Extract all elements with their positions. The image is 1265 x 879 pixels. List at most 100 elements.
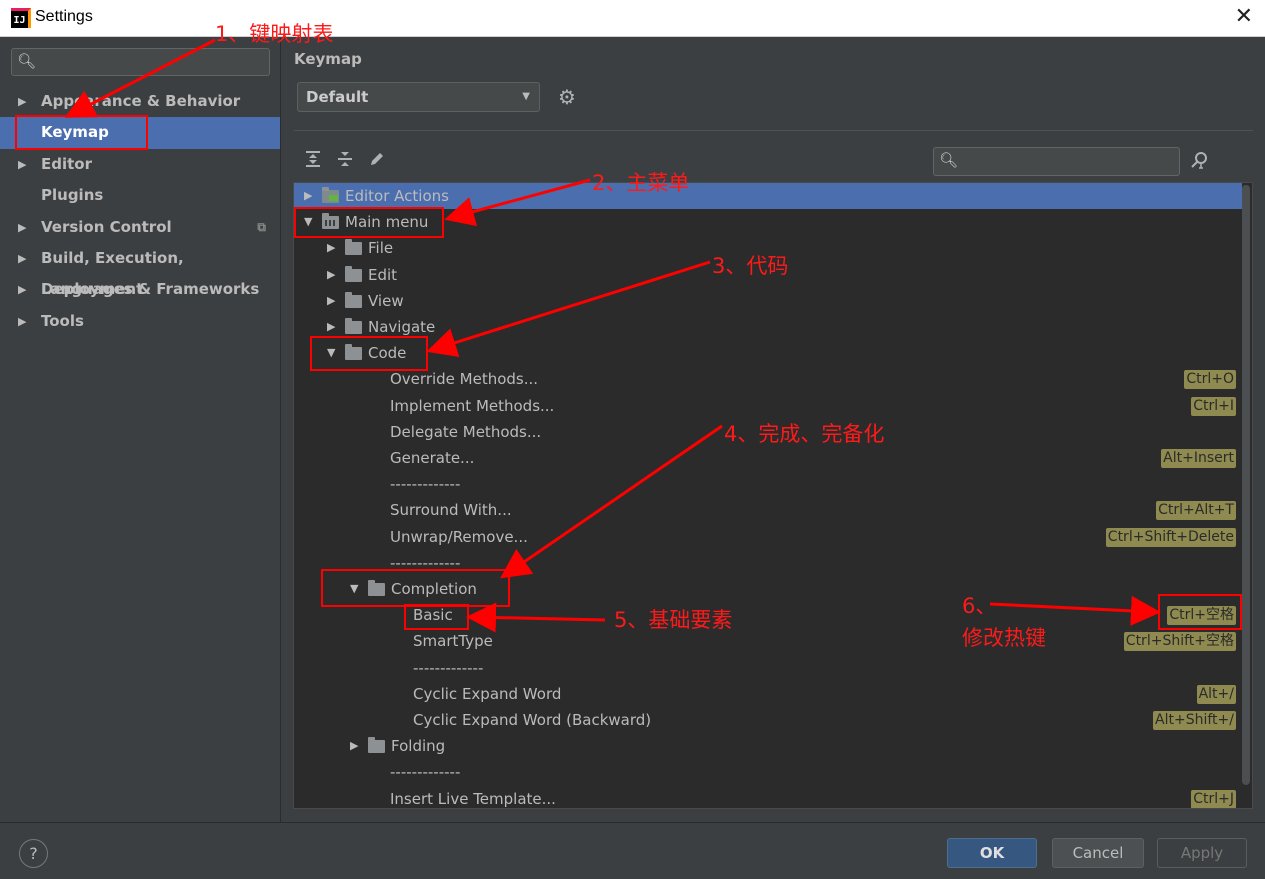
cancel-button[interactable]: Cancel bbox=[1052, 838, 1144, 868]
tree-row[interactable]: ▶ Navigate bbox=[294, 314, 1242, 340]
tree-row[interactable]: ▶ View bbox=[294, 288, 1242, 314]
tree-row-label: Editor Actions bbox=[345, 187, 449, 205]
tree-row[interactable]: Unwrap/Remove... Ctrl+Shift+Delete bbox=[294, 524, 1242, 550]
gear-icon[interactable]: ⚙ bbox=[558, 85, 576, 109]
keymap-scheme-value: Default bbox=[306, 88, 369, 106]
tree-row[interactable]: Implement Methods... Ctrl+I bbox=[294, 393, 1242, 419]
tree-separator: ------------- bbox=[294, 655, 1242, 681]
chevron-right-icon[interactable]: ▶ bbox=[18, 243, 26, 274]
tree-row[interactable]: Cyclic Expand Word (Backward) Alt+Shift+/ bbox=[294, 707, 1242, 733]
tree-row-label: Generate... bbox=[390, 449, 475, 467]
sidebar-search-input[interactable]: 🔍︎ bbox=[11, 48, 270, 76]
expand-all-icon[interactable] bbox=[304, 150, 322, 173]
annotation-note-6: 6、 bbox=[962, 594, 997, 618]
sidebar-item-editor[interactable]: ▶ Editor bbox=[0, 149, 280, 180]
collapse-all-icon[interactable] bbox=[336, 150, 354, 173]
window-title: Settings bbox=[35, 8, 93, 25]
sidebar-item-label: Plugins bbox=[41, 186, 104, 205]
ok-button[interactable]: OK bbox=[947, 838, 1037, 868]
tree-row-label: ------------- bbox=[390, 475, 461, 494]
action-search-input[interactable]: 🔍︎ bbox=[933, 147, 1180, 176]
folder-icon bbox=[345, 265, 362, 282]
chevron-right-icon[interactable]: ▶ bbox=[327, 235, 335, 261]
shortcut-badge: Ctrl+Shift+Delete bbox=[1105, 527, 1236, 547]
chevron-right-icon[interactable]: ▶ bbox=[327, 262, 335, 288]
tree-row-label: File bbox=[368, 239, 394, 258]
annotation-box-shortcut bbox=[1158, 594, 1242, 630]
chevron-right-icon[interactable]: ▶ bbox=[327, 288, 335, 314]
sidebar-item-appearance-behavior[interactable]: ▶ Appearance & Behavior bbox=[0, 86, 280, 117]
sidebar-item-plugins[interactable]: Plugins bbox=[0, 180, 280, 211]
shortcut-badge: Ctrl+J bbox=[1191, 789, 1236, 808]
close-icon[interactable]: ✕ bbox=[1235, 4, 1253, 29]
annotation-box-main-menu bbox=[294, 207, 444, 238]
sidebar-item-version-control[interactable]: ▶ Version Control ⧉ bbox=[0, 212, 280, 243]
sidebar-item-build-execution-deployment[interactable]: ▶ Build, Execution, Deployment bbox=[0, 243, 280, 298]
editor-actions-folder-icon bbox=[322, 187, 339, 203]
tree-row-label: Delegate Methods... bbox=[390, 422, 542, 441]
sidebar-item-languages-frameworks[interactable]: ▶ Languages & Frameworks bbox=[0, 274, 280, 305]
apply-button[interactable]: Apply bbox=[1157, 838, 1247, 868]
chevron-right-icon[interactable]: ▶ bbox=[18, 212, 26, 243]
chevron-right-icon[interactable]: ▶ bbox=[18, 149, 26, 180]
tree-row-label: View bbox=[368, 291, 404, 310]
page-title: Keymap bbox=[294, 50, 362, 68]
shortcut-badge: Ctrl+Shift+空格 bbox=[1123, 632, 1236, 652]
annotation-note-2: 2、主菜单 bbox=[592, 171, 690, 195]
intellij-app-icon: IJ bbox=[11, 8, 31, 28]
tree-row-label: Cyclic Expand Word (Backward) bbox=[413, 711, 652, 729]
tree-row-label: Folding bbox=[391, 737, 446, 756]
tree-separator: ------------- bbox=[294, 759, 1242, 785]
tree-row-label: Surround With... bbox=[390, 501, 512, 520]
chevron-right-icon[interactable]: ▶ bbox=[304, 183, 312, 209]
edit-pencil-icon[interactable] bbox=[368, 150, 386, 173]
annotation-note-4: 4、完成、完备化 bbox=[724, 422, 885, 446]
folder-icon bbox=[368, 737, 385, 754]
tree-row[interactable]: ▶ Folding bbox=[294, 733, 1242, 759]
sidebar-item-tools[interactable]: ▶ Tools bbox=[0, 306, 280, 337]
find-by-shortcut-icon[interactable] bbox=[1190, 150, 1210, 175]
tree-scrollbar[interactable] bbox=[1242, 185, 1250, 785]
folder-icon bbox=[345, 239, 362, 256]
tree-row[interactable]: Cyclic Expand Word Alt+/ bbox=[294, 681, 1242, 707]
shortcut-badge: Alt+Shift+/ bbox=[1153, 711, 1236, 730]
shortcut-badge: Ctrl+I bbox=[1191, 396, 1236, 416]
tree-row-label: ------------- bbox=[413, 658, 484, 677]
folder-icon bbox=[345, 291, 362, 308]
dialog-footer: ? OK Cancel Apply bbox=[0, 822, 1265, 879]
tree-row-label: Cyclic Expand Word bbox=[413, 684, 562, 703]
project-level-icon: ⧉ bbox=[257, 219, 266, 234]
chevron-right-icon[interactable]: ▶ bbox=[350, 733, 358, 759]
tree-row[interactable]: Override Methods... Ctrl+O bbox=[294, 366, 1242, 392]
annotation-box-completion bbox=[321, 569, 510, 607]
tree-separator: ------------- bbox=[294, 471, 1242, 497]
sidebar-item-label: Editor bbox=[41, 154, 92, 173]
chevron-right-icon[interactable]: ▶ bbox=[18, 86, 26, 117]
search-icon: 🔍︎ bbox=[17, 52, 37, 70]
shortcut-badge: Ctrl+O bbox=[1184, 370, 1236, 390]
tree-row[interactable]: Insert Live Template... Ctrl+J bbox=[294, 786, 1242, 808]
folder-icon bbox=[345, 318, 362, 334]
tree-row[interactable]: Surround With... Ctrl+Alt+T bbox=[294, 497, 1242, 523]
tree-row-label: ------------- bbox=[390, 763, 461, 782]
tree-row[interactable]: ▼ Code bbox=[294, 340, 1242, 366]
settings-sidebar: 🔍︎ ▶ Appearance & Behavior Keymap ▶ Editor Pl… bbox=[0, 38, 281, 822]
tree-row-label: Edit bbox=[368, 265, 398, 284]
tree-row-label: SmartType bbox=[413, 632, 493, 651]
sidebar-item-label: Languages & Frameworks bbox=[41, 280, 260, 299]
keymap-scheme-select[interactable]: Default ▼ bbox=[297, 82, 540, 112]
tree-row-label: Implement Methods... bbox=[390, 396, 555, 415]
help-button[interactable]: ? bbox=[19, 839, 48, 868]
annotation-note-6-text: 修改热键 bbox=[962, 626, 1046, 650]
annotation-note-3: 3、代码 bbox=[712, 254, 789, 278]
title-bar: IJ Settings ✕ bbox=[0, 0, 1265, 37]
shortcut-badge: Alt+/ bbox=[1196, 684, 1236, 704]
tree-row[interactable]: ▶ Editor Actions bbox=[294, 183, 1242, 210]
chevron-right-icon[interactable]: ▶ bbox=[18, 306, 26, 337]
tree-row[interactable]: SmartType Ctrl+Shift+空格 bbox=[294, 628, 1242, 654]
shortcut-badge: Ctrl+Alt+T bbox=[1156, 501, 1236, 521]
tree-row[interactable]: Generate... Alt+Insert bbox=[294, 445, 1242, 471]
tree-row-label: Insert Live Template... bbox=[390, 789, 556, 808]
chevron-right-icon[interactable]: ▶ bbox=[18, 274, 26, 305]
tree-row-label: Unwrap/Remove... bbox=[390, 527, 528, 546]
